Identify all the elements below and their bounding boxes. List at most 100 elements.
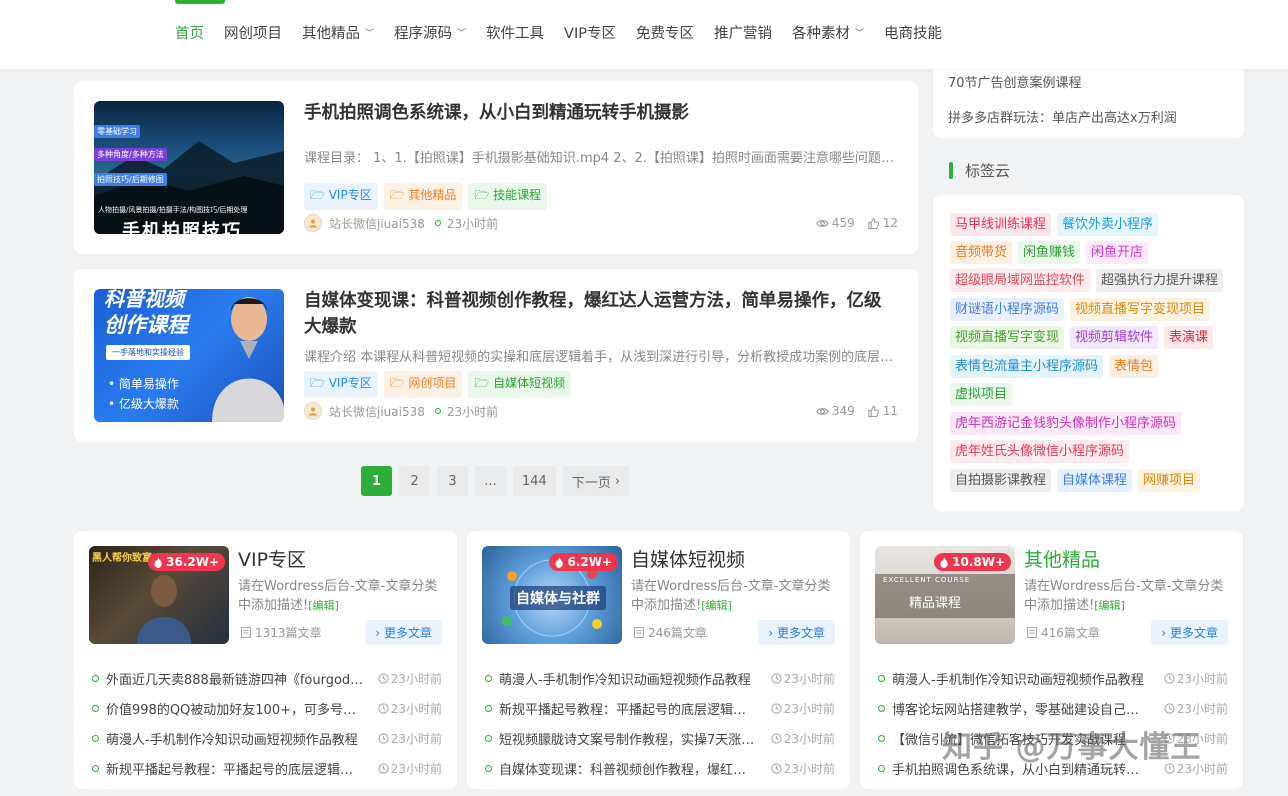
bullet-icon xyxy=(878,704,885,712)
edit-link[interactable]: [编辑] xyxy=(308,599,339,612)
category-list-item[interactable]: 自媒体变现课：科普视频创作教程，爆红达人运营方法 23小时前 xyxy=(485,753,835,783)
nav-item-free[interactable]: 免费专区 xyxy=(636,22,694,43)
tagcloud-tag[interactable]: 虎年西游记金钱豹头像制作小程序源码 xyxy=(950,412,1182,435)
likes-count[interactable]: 12 xyxy=(867,216,898,230)
list-item-time-value: 23小时前 xyxy=(783,731,835,746)
avatar[interactable] xyxy=(304,402,322,420)
list-item-time: 23小时前 xyxy=(771,670,835,687)
tagcloud-tag[interactable]: 视频剪辑软件 xyxy=(1070,326,1159,349)
hot-count: 10.8W+ xyxy=(952,555,1005,569)
tag-vip[interactable]: 🗁 VIP专区 xyxy=(304,371,378,398)
tagcloud-tag[interactable]: 表情包 xyxy=(1109,355,1159,378)
tagcloud-tag[interactable]: 闲鱼开店 xyxy=(1086,241,1149,264)
nav-label: 免费专区 xyxy=(635,26,694,42)
nav-item-marketing[interactable]: 推广营销 xyxy=(714,22,772,43)
tagcloud-tag[interactable]: 超强执行力提升课程 xyxy=(1096,269,1224,292)
tagcloud-tag[interactable]: 虚拟项目 xyxy=(950,383,1013,406)
tagcloud-tag[interactable]: 视频直播写字变现项目 xyxy=(1070,298,1211,321)
post-thumbnail[interactable]: 科普视频 创作课程 一手落地和实操经验 • 简单易操作 • 亿级大爆款 xyxy=(94,289,284,422)
category-list-item[interactable]: 萌漫人-手机制作冷知识动画短视频作品教程 23小时前 xyxy=(485,663,835,693)
edit-link[interactable]: [编辑] xyxy=(1094,599,1125,612)
watermark: 知乎 @万事大懂王 xyxy=(942,730,1202,765)
clock-icon xyxy=(378,672,389,684)
category-list-item[interactable]: 新规平播起号教程：平播起号的底层逻辑和玩法 23小时前 xyxy=(485,693,835,723)
category-card-vip: 黑人帮你致富 36.2W+ VIP专区 请在Wordress后台-文章-文章分类… xyxy=(74,531,457,789)
hot-badge: 6.2W+ xyxy=(549,553,618,571)
nav-item-materials[interactable]: 各种素材 ﹀ xyxy=(792,22,864,43)
likes-count[interactable]: 11 xyxy=(867,404,898,418)
more-articles-button[interactable]: › 更多文章 xyxy=(1151,620,1228,645)
category-title[interactable]: VIP专区 xyxy=(238,545,306,572)
nav-item-ecommerce[interactable]: 电商技能 xyxy=(884,22,942,43)
time-dot-icon xyxy=(434,220,441,226)
post-title[interactable]: 手机拍照调色系统课，从小白到精通玩转手机摄影 xyxy=(304,100,898,126)
avatar[interactable] xyxy=(304,214,322,232)
nav-item-other-premium[interactable]: 其他精品 ﹀ xyxy=(302,22,374,43)
tagcloud-tag[interactable]: 网赚项目 xyxy=(1138,469,1201,492)
views-count: 459 xyxy=(816,216,855,230)
tagcloud-tag[interactable]: 闲鱼赚钱 xyxy=(1018,241,1081,264)
list-item-title: 萌漫人-手机制作冷知识动画短视频作品教程 xyxy=(499,672,751,688)
page-button-3[interactable]: 3 xyxy=(437,466,468,496)
category-thumbnail[interactable]: EXCELLENT COURSE 精品课程 10.8W+ xyxy=(875,546,1015,644)
tagcloud-tag[interactable]: 马甲线训练课程 xyxy=(950,213,1052,236)
tagcloud-tag[interactable]: 超级眼局域网监控软件 xyxy=(950,269,1091,292)
nav-item-wangchuang[interactable]: 网创项目 xyxy=(224,22,282,43)
tagcloud-tag[interactable]: 音频带货 xyxy=(950,241,1013,264)
nav-item-home[interactable]: 首页 xyxy=(175,22,204,43)
list-item-time-value: 23小时前 xyxy=(390,761,442,776)
tagcloud-tag[interactable]: 虎年姓氏头像微信小程序源码 xyxy=(950,440,1130,463)
tag-other-premium[interactable]: 🗁 其他精品 xyxy=(383,183,463,210)
tagcloud-tag[interactable]: 视频直播写字变现 xyxy=(950,326,1065,349)
page-button-last[interactable]: 144 xyxy=(513,466,556,496)
post-thumbnail[interactable]: 零基础学习 多种角度/多种方法 拍照技巧/后期修图 人物拍摄/风景拍摄/拍摄手法… xyxy=(94,101,284,234)
nav-item-vip[interactable]: VIP专区 xyxy=(564,22,616,43)
thumb-subtext: EXCELLENT COURSE xyxy=(883,576,971,584)
tagcloud-tag[interactable]: 餐饮外卖小程序 xyxy=(1057,213,1159,236)
category-list-item[interactable]: 萌漫人-手机制作冷知识动画短视频作品教程 23小时前 xyxy=(92,723,442,753)
tag-short-video[interactable]: 🗁 自媒体短视频 xyxy=(468,371,572,398)
post-excerpt: 课程介绍 本课程从科普短视频的实操和底层逻辑着手，从浅到深进行引导，分析教授成功… xyxy=(304,350,896,365)
sidebar-link[interactable]: 70节广告创意案例课程 xyxy=(948,72,1082,91)
page-button-2[interactable]: 2 xyxy=(399,466,430,496)
edit-link[interactable]: [编辑] xyxy=(701,599,732,612)
page-button-1[interactable]: 1 xyxy=(361,466,392,496)
category-list: 萌漫人-手机制作冷知识动画短视频作品教程 23小时前 新规平播起号教程：平播起号的底… xyxy=(485,663,835,783)
category-list-item[interactable]: 萌漫人-手机制作冷知识动画短视频作品教程 23小时前 xyxy=(878,663,1228,693)
category-list-item[interactable]: 短视频朦胧诗文案号制作教程，实操7天涨粉过万 23小时前 xyxy=(485,723,835,753)
nav-item-source-code[interactable]: 程序源码 ﹀ xyxy=(394,22,466,43)
category-list-item[interactable]: 新规平播起号教程：平播起号的底层逻辑和玩法 23小时前 xyxy=(92,753,442,783)
nav-item-software[interactable]: 软件工具 xyxy=(486,22,544,43)
time-dot-icon xyxy=(434,408,441,414)
tag-wangchuang[interactable]: 🗁 网创项目 xyxy=(383,371,463,398)
list-item-time: 23小时前 xyxy=(1164,700,1228,717)
site-header: 首页 网创项目 其他精品 ﹀ 程序源码 ﹀ 软件工具 VIP专区 免费专区 推广营销… xyxy=(0,0,1288,69)
category-thumbnail[interactable]: 黑人帮你致富 36.2W+ xyxy=(89,546,229,644)
tagcloud-tag[interactable]: 财谜语小程序源码 xyxy=(950,298,1065,321)
category-list-item[interactable]: 博客论坛网站搭建教学，零基础建设自己的网站 23小时前 xyxy=(878,693,1228,723)
category-title[interactable]: 自媒体短视频 xyxy=(631,545,745,572)
bullet-icon xyxy=(92,734,99,742)
tagcloud-tag[interactable]: 表演课 xyxy=(1164,326,1214,349)
author-name[interactable]: 站长微信jiuai538 xyxy=(329,215,425,232)
author-name[interactable]: 站长微信jiuai538 xyxy=(329,403,425,420)
clock-icon xyxy=(771,672,782,684)
more-articles-button[interactable]: › 更多文章 xyxy=(365,620,442,645)
tagcloud-tag[interactable]: 自媒体课程 xyxy=(1057,469,1133,492)
category-title[interactable]: 其他精品 xyxy=(1024,545,1100,572)
category-thumbnail[interactable]: 自媒体与社群 6.2W+ xyxy=(482,546,622,644)
tag-vip[interactable]: 🗁 VIP专区 xyxy=(304,183,378,210)
fire-icon xyxy=(555,556,564,568)
more-articles-button[interactable]: › 更多文章 xyxy=(758,620,835,645)
bullet-icon xyxy=(878,764,885,772)
list-item-title: 博客论坛网站搭建教学，零基础建设自己的网站 xyxy=(892,702,1152,718)
nav-active-indicator xyxy=(175,0,225,4)
post-title[interactable]: 自媒体变现课：科普视频创作教程，爆红达人运营方法，简单易操作，亿级大爆款 xyxy=(304,288,898,340)
category-list-item[interactable]: 外面近几天卖888最新链游四神《fourgods》游戏打金项目 23小时前 xyxy=(92,663,442,693)
tagcloud-tag[interactable]: 表情包流量主小程序源码 xyxy=(950,355,1104,378)
next-page-button[interactable]: 下一页 › xyxy=(562,466,630,496)
category-list-item[interactable]: 价值998的QQ被动加好友100+，可多号同时操作，日引流量无上限 23小时前 xyxy=(92,693,442,723)
sidebar-link[interactable]: 拼多多店群玩法：单店产出高达x万利润 xyxy=(948,107,1177,126)
tagcloud-tag[interactable]: 自拍摄影课教程 xyxy=(950,469,1052,492)
tag-skills[interactable]: 🗁 技能课程 xyxy=(468,183,548,210)
